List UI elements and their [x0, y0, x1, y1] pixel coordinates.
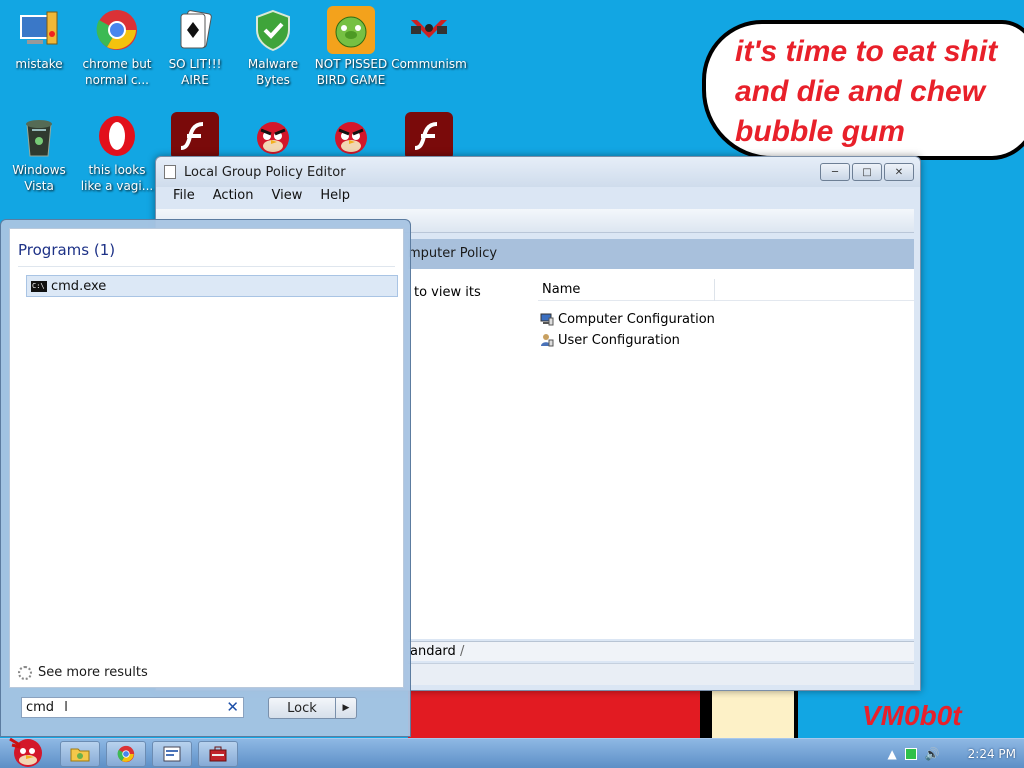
flash-icon [171, 112, 219, 160]
power-icon[interactable] [904, 748, 917, 760]
menu-file[interactable]: File [164, 185, 204, 207]
chrome-icon [117, 745, 135, 763]
list-item-label: Computer Configuration [558, 311, 715, 327]
taskbar-explorer-button[interactable] [60, 741, 100, 767]
lock-button-label: Lock [287, 700, 317, 716]
list-item-user-configuration[interactable]: User Configuration [540, 330, 680, 350]
search-result-label: cmd.exe [51, 278, 107, 294]
column-name-label: Name [542, 282, 581, 297]
menu-view[interactable]: View [262, 185, 311, 207]
desktop-icon-flash-2[interactable] [390, 112, 468, 162]
taskbar: ▲ 🔊 2:24 PM [0, 737, 1024, 768]
flash-icon [405, 112, 453, 160]
green-pig-icon [327, 6, 375, 54]
search-result-cmd[interactable]: C:\ cmd.exe [26, 275, 398, 297]
speech-bubble-text: it's time to eat shit and die and chew b… [735, 35, 998, 148]
taskbar-policy-editor-button[interactable] [152, 741, 192, 767]
see-more-label: See more results [38, 665, 148, 680]
close-icon: ✕ [894, 166, 904, 178]
menu-help[interactable]: Help [311, 185, 359, 207]
angry-bird-start-icon [9, 737, 42, 767]
opera-icon [93, 112, 141, 160]
show-hidden-icons-button[interactable]: ▲ [887, 747, 896, 761]
desktop-icon-opera[interactable]: this looks like a vagi... [78, 112, 156, 194]
watermark: VM0b0t [862, 700, 962, 731]
desktop-icon-flash-1[interactable] [156, 112, 234, 162]
view-tabs: andard / [408, 641, 914, 661]
text-cursor-icon: I [64, 700, 68, 715]
command-prompt-icon: C:\ [31, 280, 47, 292]
lock-button[interactable]: Lock [268, 697, 336, 719]
start-search-input[interactable]: cmd I ✕ [21, 697, 244, 718]
wallpaper-outline [700, 690, 712, 738]
loading-spinner-icon [18, 665, 32, 680]
pane-header: mputer Policy [408, 239, 914, 269]
status-bar [408, 663, 914, 685]
menu-bar: File Action View Help [156, 185, 359, 207]
minimize-button[interactable]: ─ [820, 163, 850, 181]
description-pane: to view its [408, 269, 528, 639]
volume-icon[interactable]: 🔊 [925, 747, 940, 761]
folder-icon [70, 748, 90, 762]
desktop-icon-malwarebytes[interactable]: Malware Bytes [234, 6, 312, 88]
desktop-icon-mistake[interactable]: mistake [0, 6, 78, 72]
wallpaper-red-block [408, 690, 708, 738]
desktop-icon-angry-bird-1[interactable] [234, 112, 312, 162]
tab-separator: / [459, 644, 465, 659]
minimize-icon: ─ [831, 166, 839, 178]
programs-header: Programs (1) [18, 241, 395, 267]
computer-config-icon [540, 312, 554, 326]
tab-standard[interactable]: andard [410, 644, 456, 659]
taskbar-app-button[interactable] [198, 741, 238, 767]
column-separator[interactable] [714, 279, 715, 301]
clear-search-icon[interactable]: ✕ [226, 698, 239, 716]
menu-action[interactable]: Action [204, 185, 263, 207]
column-header-name[interactable]: Name [538, 279, 914, 301]
chrome-icon [93, 6, 141, 54]
user-config-icon [540, 333, 554, 347]
desktop-icon-angry-bird-2[interactable] [312, 112, 390, 162]
list-item-computer-configuration[interactable]: Computer Configuration [540, 309, 715, 329]
taskbar-chrome-button[interactable] [106, 741, 146, 767]
shutdown-options-button[interactable]: ▶ [335, 697, 357, 719]
desktop-icon-windows-vista[interactable]: Windows Vista [0, 112, 78, 194]
computer-icon [15, 6, 63, 54]
angry-bird-icon [327, 112, 375, 160]
search-input-value: cmd [26, 700, 55, 715]
policy-editor-icon [163, 746, 181, 762]
emblem-icon [405, 6, 453, 54]
see-more-results-link[interactable]: See more results [18, 665, 148, 680]
start-button[interactable] [4, 731, 48, 768]
angry-bird-icon [249, 112, 297, 160]
chevron-right-icon: ▶ [342, 703, 350, 713]
description-text: to view its [414, 285, 481, 300]
desktop-icon-communism[interactable]: Communism [390, 6, 468, 72]
desktop-icon-not-pissed-bird[interactable]: NOT PISSED BIRD GAME [312, 6, 390, 88]
search-results-pane: Programs (1) C:\ cmd.exe See more result… [9, 228, 404, 688]
desktop-icon-solitaire[interactable]: SO LIT!!! AIRE [156, 6, 234, 88]
shield-check-icon [249, 6, 297, 54]
close-button[interactable]: ✕ [884, 163, 914, 181]
title-bar[interactable]: Local Group Policy Editor [156, 157, 920, 187]
toolbox-icon [209, 746, 227, 762]
list-item-label: User Configuration [558, 332, 680, 348]
maximize-icon: □ [862, 166, 872, 178]
start-menu: Programs (1) C:\ cmd.exe See more result… [0, 219, 411, 737]
desktop-icon-chrome[interactable]: chrome but normal c... [78, 6, 156, 88]
clock[interactable]: 2:24 PM [968, 747, 1016, 761]
wallpaper-cream-block [712, 690, 798, 738]
maximize-button[interactable]: □ [852, 163, 882, 181]
system-tray: ▲ 🔊 2:24 PM [887, 739, 1016, 768]
recycle-bin-icon [15, 112, 63, 160]
window-controls: ─ □ ✕ [820, 163, 914, 181]
window-title: Local Group Policy Editor [184, 164, 346, 180]
solitaire-icon [171, 6, 219, 54]
policy-document-icon [164, 165, 176, 179]
content-pane: to view its Name Computer Configuration … [408, 269, 914, 639]
